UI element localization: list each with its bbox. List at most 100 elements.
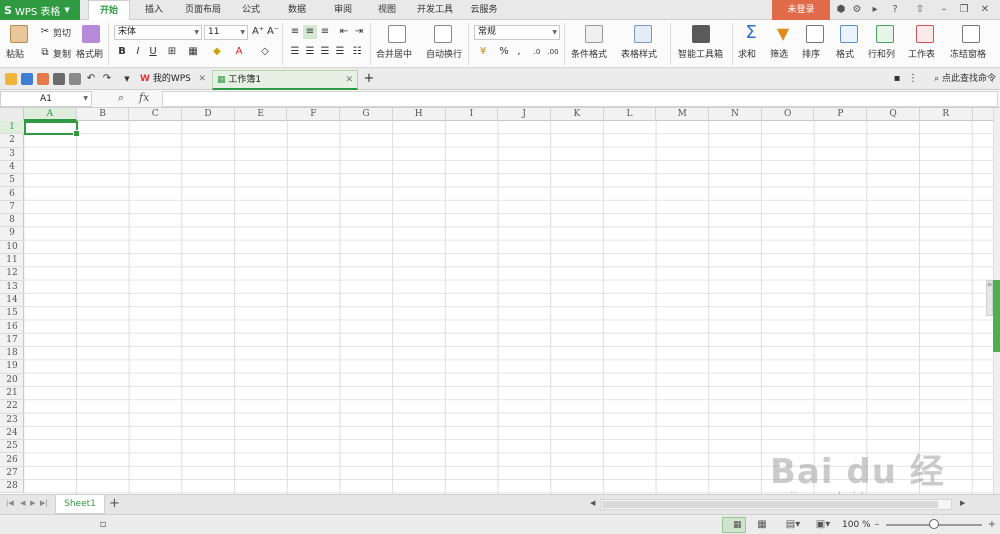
paste-button[interactable]: 粘贴	[6, 47, 24, 60]
merge-center-icon[interactable]	[388, 25, 406, 43]
row-header-6[interactable]: 6	[0, 188, 24, 201]
row-header-2[interactable]: 2	[0, 134, 24, 148]
scroll-left-icon[interactable]: ◀	[590, 499, 595, 507]
row-header-19[interactable]: 19	[0, 360, 24, 374]
filter-button[interactable]: 筛选	[770, 47, 788, 60]
column-header-h[interactable]: H	[393, 108, 446, 121]
row-header-16[interactable]: 16	[0, 321, 24, 334]
redo-icon[interactable]: ↷	[100, 72, 114, 86]
help-icon[interactable]: ?	[886, 2, 904, 18]
distributed-icon[interactable]: ☷	[350, 45, 364, 59]
name-box[interactable]: A1 ▼	[0, 91, 92, 107]
copy-button[interactable]: 复制	[53, 47, 71, 60]
print-preview-icon[interactable]	[69, 73, 81, 85]
comma-button[interactable]: ,	[512, 45, 526, 59]
app-menu-button[interactable]: S WPS 表格 ▼	[0, 0, 80, 20]
freeze-panes-icon[interactable]	[962, 25, 980, 43]
sum-icon[interactable]: Σ	[742, 24, 760, 42]
column-header-o[interactable]: O	[762, 108, 815, 121]
skin-icon[interactable]: ⬢	[834, 2, 848, 18]
horizontal-scroll-thumb[interactable]	[602, 501, 938, 508]
page-layout-view-icon[interactable]: ▦	[754, 518, 770, 532]
percent-button[interactable]: %	[497, 45, 511, 59]
table-style-button[interactable]: 表格样式	[621, 47, 657, 60]
bold-button[interactable]: B	[115, 45, 129, 59]
sheet-tab-sheet1[interactable]: Sheet1	[55, 495, 105, 514]
column-header-r[interactable]: R	[920, 108, 973, 121]
increase-font-icon[interactable]: A⁺	[251, 25, 265, 39]
align-middle-icon[interactable]: ≡	[303, 25, 317, 39]
number-format-select[interactable]: 常规 ▼	[474, 25, 560, 40]
tab-page-layout[interactable]: 页面布局	[178, 0, 228, 20]
zoom-out-icon[interactable]: –	[872, 518, 882, 532]
next-sheet-icon[interactable]: ▶	[30, 499, 35, 507]
macro-record-icon[interactable]: ▫	[96, 518, 110, 532]
underline-button[interactable]: U	[146, 45, 160, 59]
decrease-decimal-icon[interactable]: .00	[546, 45, 560, 59]
merge-center-button[interactable]: 合并居中	[376, 47, 412, 60]
column-header-i[interactable]: I	[446, 108, 499, 121]
screen-icon[interactable]: ▪	[890, 72, 904, 86]
row-header-24[interactable]: 24	[0, 427, 24, 441]
zoom-in-icon[interactable]: +	[986, 518, 998, 532]
format-icon[interactable]	[840, 25, 858, 43]
row-header-20[interactable]: 20	[0, 374, 24, 387]
column-header-p[interactable]: P	[815, 108, 868, 121]
prev-sheet-icon[interactable]: ◀	[20, 499, 25, 507]
conditional-format-button[interactable]: 条件格式	[571, 47, 607, 60]
zoom-level[interactable]: 100 %	[842, 518, 871, 532]
align-right-icon[interactable]: ☰	[318, 45, 332, 59]
sum-button[interactable]: 求和	[738, 47, 756, 60]
minimize-icon[interactable]: –	[936, 2, 952, 18]
scissors-icon[interactable]: ✂	[38, 25, 52, 39]
command-search[interactable]: ⌕ 点此查找命令	[934, 71, 996, 87]
spreadsheet-grid[interactable]: ABCDEFGHIJKLMNOPQR 1 2 3 4 5 6 7 8 9 10 11 12 13 14 15…	[0, 108, 993, 494]
row-header-11[interactable]: 11	[0, 254, 24, 268]
row-header-15[interactable]: 15	[0, 307, 24, 321]
font-color-icon[interactable]: A	[232, 45, 246, 59]
row-header-22[interactable]: 22	[0, 400, 24, 414]
column-header-d[interactable]: D	[182, 108, 235, 121]
column-header-e[interactable]: E	[235, 108, 288, 121]
column-header-q[interactable]: Q	[867, 108, 920, 121]
new-tab-icon[interactable]: +	[362, 72, 376, 86]
collapse-ribbon-icon[interactable]: ⇧	[912, 2, 928, 18]
column-header-k[interactable]: K	[551, 108, 604, 121]
customize-toolbar-icon[interactable]: ▼	[120, 72, 134, 86]
increase-decimal-icon[interactable]: .0	[530, 45, 544, 59]
login-button[interactable]: 未登录	[772, 0, 830, 20]
justify-icon[interactable]: ☰	[333, 45, 347, 59]
column-header-l[interactable]: L	[604, 108, 657, 121]
doc-tab-workbook[interactable]: ▦ 工作簿1 ✕	[212, 70, 358, 90]
doc-tab-my-wps[interactable]: W 我的WPS ✕	[136, 70, 210, 90]
paste-icon[interactable]	[10, 25, 28, 43]
italic-button[interactable]: I	[131, 45, 145, 59]
settings-icon[interactable]: ⚙	[850, 2, 864, 18]
column-header-b[interactable]: B	[77, 108, 130, 121]
font-size-select[interactable]: 11 ▼	[204, 25, 248, 40]
undo-icon[interactable]: ↶	[84, 72, 98, 86]
formula-input[interactable]	[162, 91, 998, 107]
close-icon[interactable]: ✕	[976, 2, 994, 18]
cell-area[interactable]	[24, 121, 993, 494]
row-header-18[interactable]: 18	[0, 347, 24, 361]
row-header-10[interactable]: 10	[0, 241, 24, 254]
page-break-view-icon[interactable]: ▤▾	[782, 518, 804, 532]
row-header-9[interactable]: 9	[0, 227, 24, 241]
wrap-text-button[interactable]: 自动换行	[426, 47, 462, 60]
add-sheet-button[interactable]: +	[109, 496, 120, 512]
filter-icon[interactable]: ▼	[774, 25, 792, 43]
row-header-23[interactable]: 23	[0, 414, 24, 427]
column-header-g[interactable]: G	[340, 108, 393, 121]
rows-cols-button[interactable]: 行和列	[868, 47, 895, 60]
row-header-26[interactable]: 26	[0, 454, 24, 467]
row-header-8[interactable]: 8	[0, 214, 24, 228]
zoom-slider-knob[interactable]	[929, 519, 939, 529]
format-painter-button[interactable]: 格式刷	[76, 47, 103, 60]
row-header-7[interactable]: 7	[0, 201, 24, 215]
close-icon[interactable]: ✕	[345, 71, 353, 89]
options-icon[interactable]: ⋮	[906, 72, 920, 86]
worksheet-button[interactable]: 工作表	[908, 47, 935, 60]
select-all-corner[interactable]	[0, 108, 24, 121]
share-icon[interactable]: ▸	[866, 2, 884, 18]
